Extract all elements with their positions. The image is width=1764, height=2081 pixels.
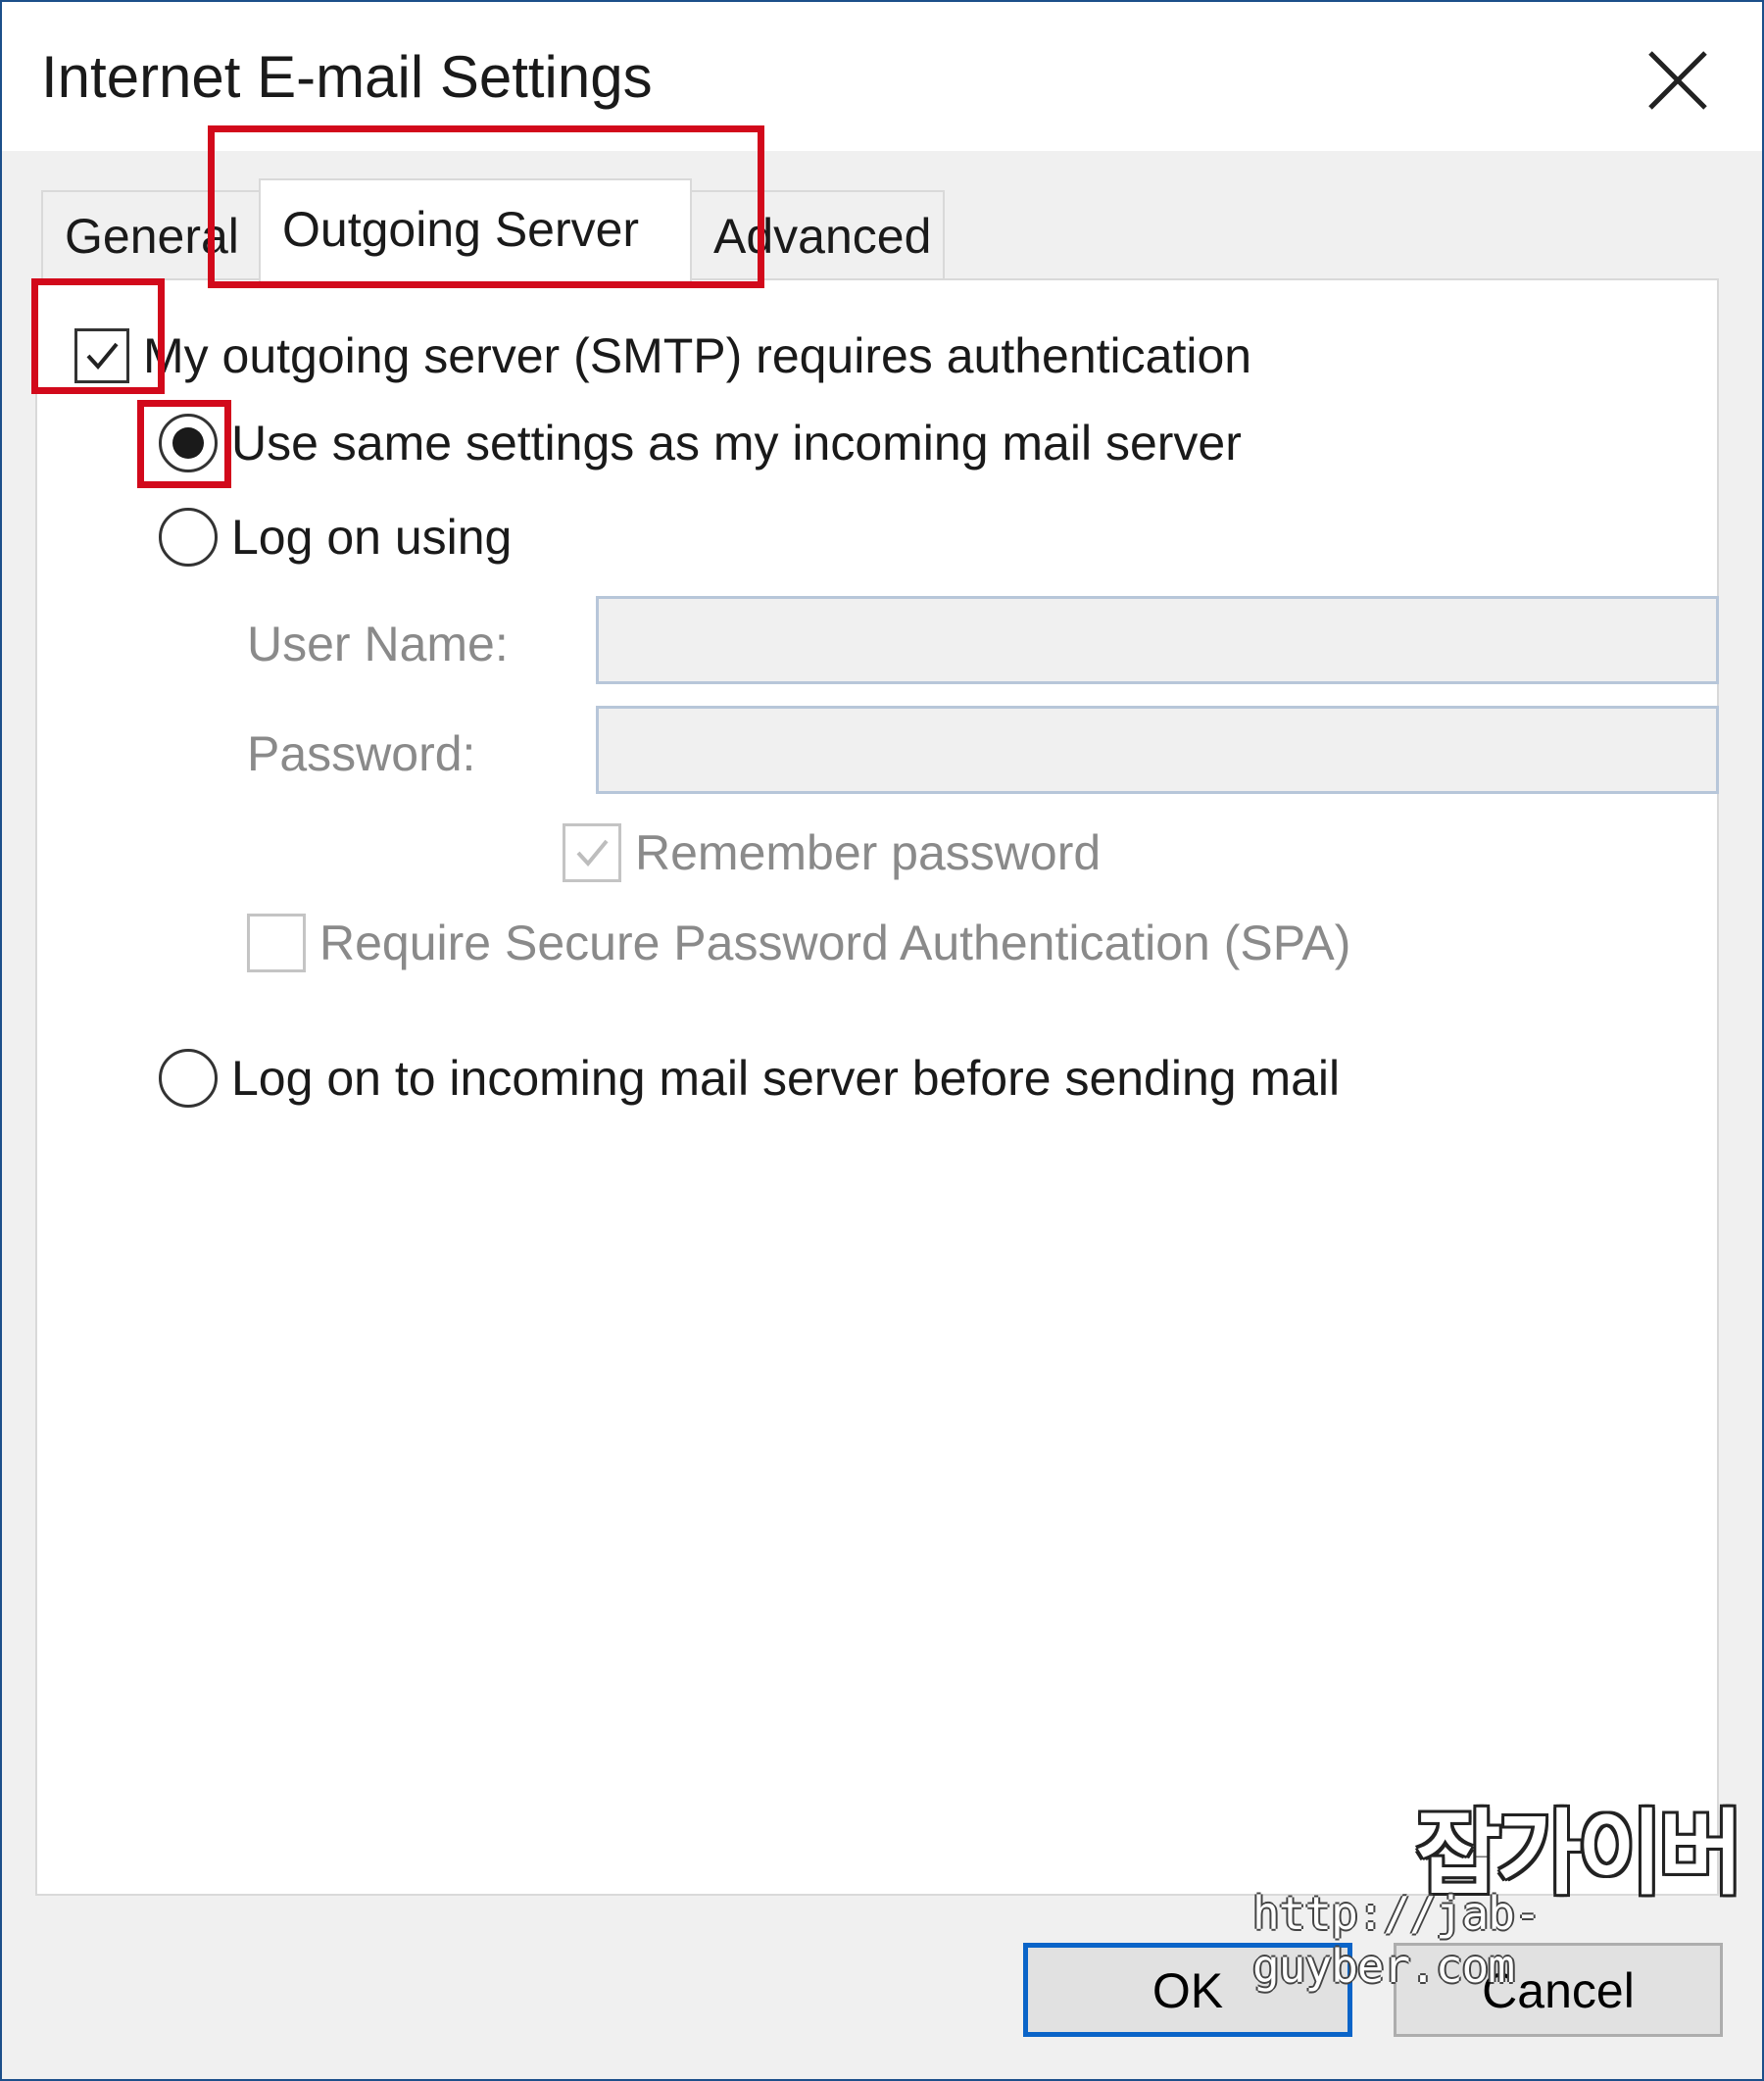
window-title: Internet E-mail Settings [41,44,653,110]
tab-advanced-label: Advanced [713,209,932,264]
checkmark-icon [576,839,609,867]
user-name-input[interactable] [599,599,1716,681]
password-field[interactable] [596,706,1719,794]
user-name-label-row: User Name: [247,616,509,672]
smtp-auth-label: My outgoing server (SMTP) requires authe… [143,328,1252,383]
tab-general-label: General [65,209,239,264]
tab-advanced[interactable]: Advanced [690,190,945,278]
close-button[interactable] [1629,31,1727,129]
password-label: Password: [247,726,476,781]
tab-outgoing-server-label: Outgoing Server [282,202,640,257]
spa-label: Require Secure Password Authentication (… [319,916,1351,970]
user-name-field[interactable] [596,596,1719,684]
tab-outgoing-server[interactable]: Outgoing Server [259,178,692,282]
remember-password-checkbox[interactable] [563,823,621,882]
smtp-auth-checkbox[interactable] [74,328,129,383]
smtp-auth-row[interactable]: My outgoing server (SMTP) requires authe… [74,327,1251,384]
user-name-label: User Name: [247,617,509,671]
radio-selected-dot [172,427,204,459]
spa-row[interactable]: Require Secure Password Authentication (… [247,914,1350,972]
tab-general[interactable]: General [41,190,261,278]
watermark-url: http://jab-guyber.com [1252,1887,1542,1993]
spa-checkbox[interactable] [247,914,306,972]
password-label-row: Password: [247,725,475,782]
internet-email-settings-dialog: Internet E-mail Settings General Outgoin… [0,0,1764,2081]
log-on-incoming-row[interactable]: Log on to incoming mail server before se… [159,1049,1340,1108]
remember-password-label: Remember password [635,825,1102,880]
close-icon [1648,51,1707,110]
log-on-incoming-radio[interactable] [159,1049,218,1108]
log-on-incoming-label: Log on to incoming mail server before se… [231,1051,1341,1106]
remember-password-row[interactable]: Remember password [563,823,1101,882]
checkmark-icon [86,342,119,371]
use-same-settings-radio[interactable] [159,414,218,472]
log-on-using-radio[interactable] [159,508,218,567]
outgoing-server-panel: My outgoing server (SMTP) requires authe… [35,278,1719,1896]
password-input[interactable] [599,709,1716,791]
use-same-settings-row[interactable]: Use same settings as my incoming mail se… [159,414,1242,472]
use-same-settings-label: Use same settings as my incoming mail se… [231,416,1242,471]
log-on-using-row[interactable]: Log on using [159,508,512,567]
title-bar: Internet E-mail Settings [2,2,1762,151]
log-on-using-label: Log on using [231,510,513,565]
